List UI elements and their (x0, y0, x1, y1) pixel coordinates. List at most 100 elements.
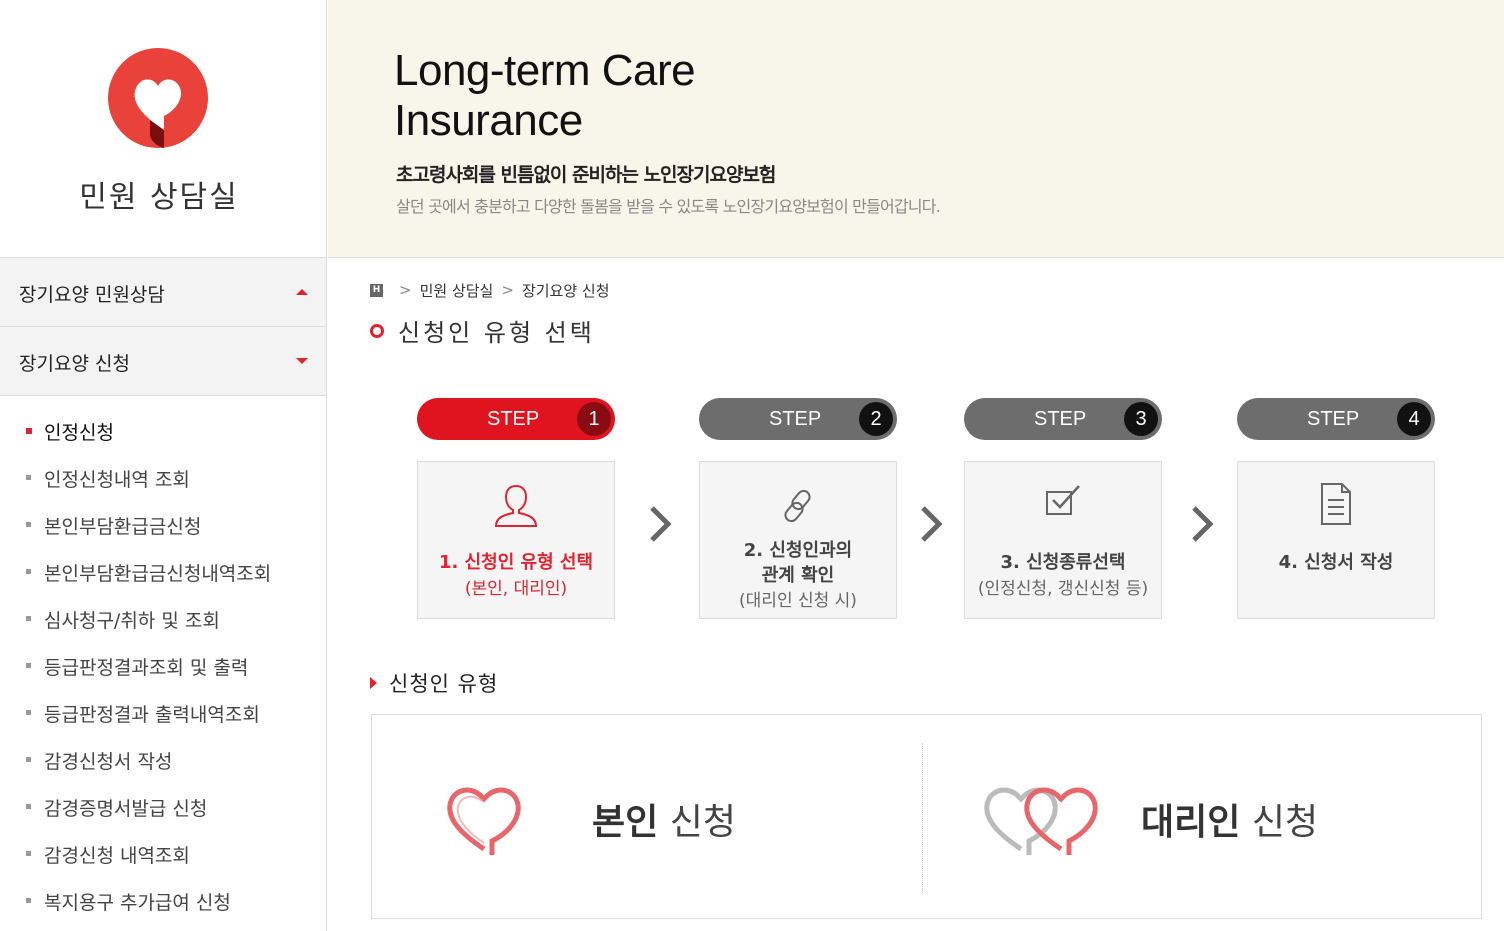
step-card-title: 4. 신청서 작성 (1278, 552, 1394, 573)
breadcrumb: H > 민원 상담실 > 장기요양 신청 (370, 280, 610, 300)
chevron-right-icon: > (399, 281, 412, 299)
link-icon (700, 486, 896, 534)
bullet-icon (26, 663, 31, 668)
bullet-icon (26, 710, 31, 715)
applicant-type-box: 본인 신청 대리인 신청 (371, 714, 1482, 919)
submenu-label: 심사청구/취하 및 조회 (44, 610, 220, 632)
title-circle-icon (370, 323, 384, 338)
submenu-item[interactable]: 등급판정결과조회 및 출력 (0, 645, 326, 692)
sidebar: 민원 상담실 장기요양 민원상담 장기요양 신청 인정신청 인정신청내역 조회 … (0, 0, 327, 931)
section-heading: 신청인 유형 (370, 668, 498, 698)
proxy-apply-label: 대리인 신청 (1141, 793, 1318, 845)
person-icon (418, 482, 614, 530)
banner-subtitle: 초고령사회를 빈틈없이 준비하는 노인장기요양보험 (396, 164, 776, 186)
step-number: 4 (1397, 402, 1431, 436)
page-title-text: 신청인 유형 선택 (398, 319, 595, 347)
submenu-label: 본인부담환급금신청 (44, 516, 202, 538)
self-apply-bold: 본인 (592, 802, 659, 843)
submenu-item[interactable]: 등급판정결과 출력내역조회 (0, 692, 326, 739)
step-card-subtitle: (대리인 신청 시) (739, 591, 857, 611)
document-icon (1238, 482, 1434, 530)
submenu-label: 등급판정결과조회 및 출력 (44, 657, 249, 679)
double-heart-icon (984, 787, 1098, 855)
submenu-label: 본인부담환급금신청내역조회 (44, 563, 272, 585)
submenu: 인정신청 인정신청내역 조회 본인부담환급금신청 본인부담환급금신청내역조회 심… (0, 396, 326, 927)
checkbox-icon (965, 482, 1161, 530)
bullet-icon (26, 522, 31, 527)
step-pill-2: STEP 2 (699, 398, 897, 440)
submenu-item[interactable]: 감경신청서 작성 (0, 739, 326, 786)
caret-down-icon (296, 358, 308, 364)
submenu-label: 복지용구 추가급여 신청 (44, 892, 231, 914)
self-apply-button[interactable]: 본인 신청 (372, 715, 922, 918)
step-card-title: 3. 신청종류선택 (1000, 552, 1126, 573)
step-label: STEP (769, 408, 822, 430)
submenu-item[interactable]: 감경신청 내역조회 (0, 833, 326, 880)
chevron-right-icon (1192, 506, 1214, 542)
chevron-right-icon (650, 506, 672, 542)
accordion-consult[interactable]: 장기요양 민원상담 (0, 258, 326, 327)
submenu-item[interactable]: 복지용구 추가급여 신청 (0, 880, 326, 927)
submenu-item[interactable]: 인정신청내역 조회 (0, 457, 326, 504)
accordion-apply[interactable]: 장기요양 신청 (0, 327, 326, 396)
step-card-title: 2. 신청인과의 (743, 540, 853, 561)
chevron-right-icon: > (501, 281, 514, 299)
proxy-apply-button[interactable]: 대리인 신청 (923, 715, 1481, 918)
page-title: 신청인 유형 선택 (370, 313, 595, 348)
section-title: 신청인 유형 (389, 672, 499, 696)
bullet-icon (26, 757, 31, 762)
submenu-label: 감경증명서발급 신청 (44, 798, 208, 820)
logo-box: 민원 상담실 (0, 0, 326, 258)
bullet-icon (26, 616, 31, 621)
bullet-icon (26, 569, 31, 574)
proxy-apply-bold: 대리인 (1141, 802, 1241, 843)
self-apply-rest: 신청 (658, 802, 736, 843)
breadcrumb-item[interactable]: 장기요양 신청 (522, 280, 610, 301)
bullet-icon (26, 475, 31, 480)
step-card-title-2: 관계 확인 (761, 565, 835, 586)
hero-banner: Long-term Care Insurance 초고령사회를 빈틈없이 준비하… (328, 0, 1504, 258)
sidebar-title: 민원 상담실 (79, 180, 239, 215)
step-card-3: 3. 신청종류선택 (인정신청, 갱신신청 등) (964, 461, 1162, 619)
chevron-right-icon (921, 506, 943, 542)
submenu-item[interactable]: 본인부담환급금신청내역조회 (0, 551, 326, 598)
bullet-icon (26, 804, 31, 809)
step-card-title: 1. 신청인 유형 선택 (438, 552, 594, 573)
submenu-label: 인정신청 (44, 422, 114, 444)
home-icon[interactable]: H (370, 283, 383, 297)
step-label: STEP (487, 408, 540, 430)
step-number: 1 (577, 402, 611, 436)
submenu-item[interactable]: 감경증명서발급 신청 (0, 786, 326, 833)
self-apply-label: 본인 신청 (592, 793, 736, 845)
step-pill-1: STEP 1 (417, 398, 615, 440)
step-pill-4: STEP 4 (1237, 398, 1435, 440)
proxy-apply-rest: 신청 (1240, 802, 1319, 843)
submenu-item[interactable]: 심사청구/취하 및 조회 (0, 598, 326, 645)
submenu-item-recognition[interactable]: 인정신청 (0, 410, 326, 457)
banner-title: Long-term Care Insurance (394, 46, 696, 145)
submenu-label: 등급판정결과 출력내역조회 (44, 704, 260, 726)
step-number: 3 (1124, 402, 1158, 436)
step-card-1: 1. 신청인 유형 선택 (본인, 대리인) (417, 461, 615, 619)
breadcrumb-item[interactable]: 민원 상담실 (420, 280, 494, 301)
caret-up-icon (296, 289, 308, 295)
step-card-4: 4. 신청서 작성 (1237, 461, 1435, 619)
step-label: STEP (1307, 408, 1360, 430)
bullet-icon (26, 898, 31, 903)
step-card-subtitle: (인정신청, 갱신신청 등) (977, 579, 1149, 599)
accordion-apply-label: 장기요양 신청 (19, 353, 130, 375)
step-pill-3: STEP 3 (964, 398, 1162, 440)
heart-icon (447, 787, 521, 855)
submenu-item[interactable]: 본인부담환급금신청 (0, 504, 326, 551)
heart-logo-icon (108, 48, 208, 148)
submenu-label: 감경신청서 작성 (44, 751, 173, 773)
step-label: STEP (1034, 408, 1087, 430)
bullet-icon (26, 851, 31, 856)
arrow-right-icon (370, 677, 377, 689)
banner-description: 살던 곳에서 충분하고 다양한 돌봄을 받을 수 있도록 노인장기요양보험이 만… (396, 197, 941, 216)
step-card-subtitle: (본인, 대리인) (464, 579, 568, 599)
submenu-label: 감경신청 내역조회 (44, 845, 190, 867)
step-card-2: 2. 신청인과의 관계 확인 (대리인 신청 시) (699, 461, 897, 619)
bullet-icon (26, 428, 32, 434)
accordion-consult-label: 장기요양 민원상담 (19, 284, 165, 306)
